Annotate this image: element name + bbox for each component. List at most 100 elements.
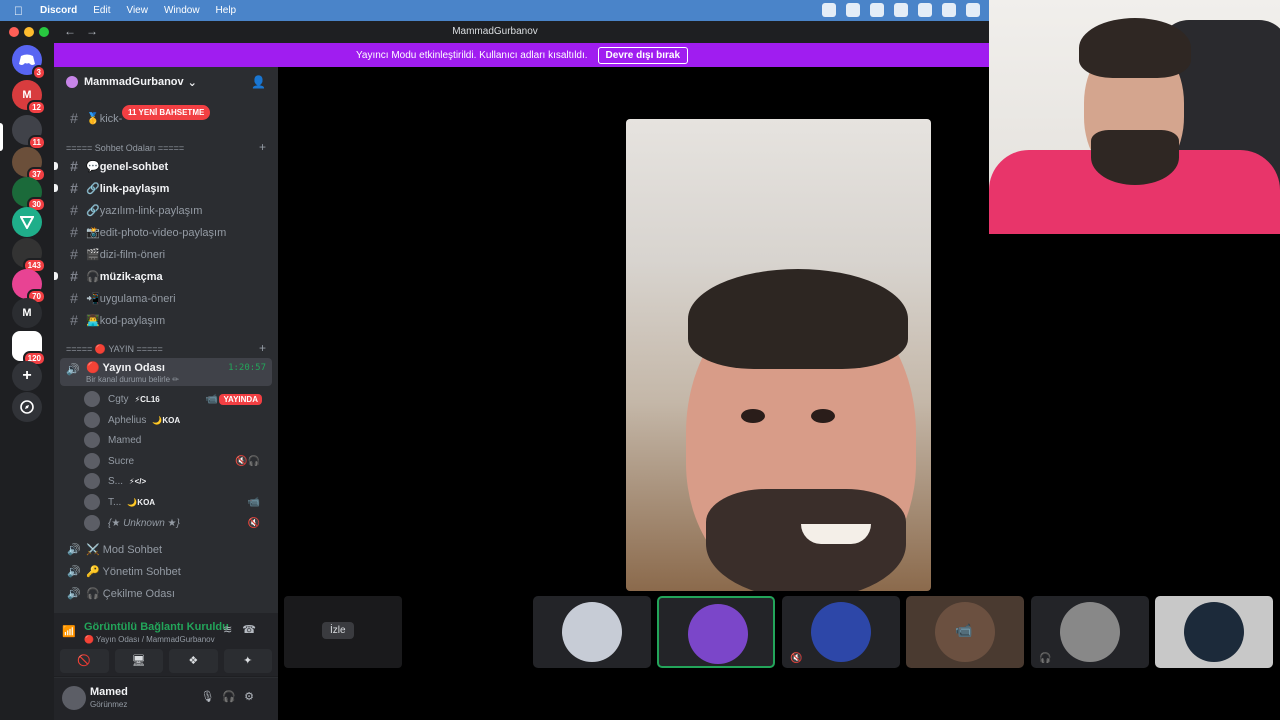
menu-view[interactable]: View [126,5,148,16]
voice-user[interactable]: {★ Unknown ★} 🔇 [84,513,264,533]
voice-user[interactable]: Cgty ⚡CL16 📹 YAYINDA [84,389,264,409]
channel-label: 👨‍💻kod-paylaşım [86,314,166,327]
new-mentions-pill[interactable]: 11 YENİ BAHSETME [122,105,211,120]
channel-muzik-acma[interactable]: # 🎧müzik-açma [54,266,272,286]
participant-eye [741,409,765,423]
menu-window[interactable]: Window [164,5,200,16]
create-channel-icon[interactable]: + [259,341,266,355]
voice-channel-yayin-odasi[interactable]: 🔊 🔴 Yayın Odası Bir kanal durumu belirle… [60,358,272,386]
video-camera-icon: 📹 [955,622,973,638]
tray-icon[interactable] [870,3,884,17]
speaker-icon: 🔊 [67,565,81,578]
explore-icon[interactable] [12,392,42,422]
avatar [84,453,100,469]
add-server-icon[interactable]: + [12,361,42,391]
voice-channel-status[interactable]: Bir kanal durumu belirle ✏ [86,375,179,384]
server-icon[interactable]: 37 [12,147,46,182]
activities-button[interactable]: ❖ [169,649,218,673]
category-chat-rooms[interactable]: ===== Sohbet Odaları ===== [66,143,184,153]
channel-kod-paylasim[interactable]: # 👨‍💻kod-paylaşım [62,310,272,330]
watch-button[interactable]: İzle [322,622,354,639]
server-icon[interactable]: 30 [12,177,46,212]
server-icon[interactable]: 143 [12,238,46,273]
channel-label: 💬genel-sohbet [86,160,169,173]
live-badge: YAYINDA [219,393,262,405]
voice-channel-cekilme-odasi[interactable]: 🔊 🎧 Çekilme Odası [62,583,272,603]
server-label: M [22,89,32,101]
camera-off-button[interactable]: 🚫 [60,649,109,673]
invite-people-icon[interactable]: 👤 [251,75,266,89]
voice-user[interactable]: Aphelius 🌙KOA [84,410,264,430]
speaker-icon: 🔊 [67,587,81,600]
channel-yazilim-link-paylasim[interactable]: # 🔗yazılım-link-paylaşım [62,200,272,220]
apple-menu-icon[interactable]:  [14,4,28,18]
avatar [84,391,100,407]
avatar [84,494,100,510]
disable-streamer-mode-button[interactable]: Devre dışı bırak [597,46,689,64]
participant-tile[interactable] [1155,596,1273,668]
voice-channel-mod-sohbet[interactable]: 🔊 ⚔️ Mod Sohbet [62,539,272,559]
tray-icon[interactable] [894,3,908,17]
voice-user[interactable]: S... ⚡</> [84,471,264,491]
tray-icon[interactable] [846,3,860,17]
server-icon[interactable] [12,207,42,237]
voice-channel-yonetim-sohbet[interactable]: 🔊 🔑 Yönetim Sohbet [62,561,272,581]
mic-headset-settings-icons[interactable]: 🎙🎧⚙ [200,690,262,703]
avatar[interactable] [62,686,86,710]
streamer-mode-banner: Yayıncı Modu etkinleştirildi. Kullanıcı … [54,43,990,67]
chevron-down-icon: ⌄ [187,76,197,89]
server-icon[interactable]: 11 [12,115,46,150]
main-video-feed[interactable] [626,119,931,591]
voice-user-tag: ⚡CL16 [134,394,160,404]
voice-user[interactable]: T... 🌙KOA 📹 [84,492,264,512]
voice-channel-name: 🔴 Yayın Odası [86,362,165,374]
server-icon[interactable]: 70 [12,269,46,304]
channel-dizi-film-oneri[interactable]: # 🎬dizi-film-öneri [62,244,272,264]
server-icon[interactable]: M [12,298,42,328]
avatar [562,602,622,662]
noise-and-disconnect-icons[interactable]: ≋☎ [223,623,266,636]
participant-tile[interactable]: 📹 [906,596,1024,668]
tray-icon[interactable] [918,3,932,17]
voice-user[interactable]: Sucre 🔇🎧 [84,451,264,471]
tray-icon[interactable] [942,3,956,17]
tray-icon[interactable] [966,3,980,17]
voice-user-name: S... [108,475,124,487]
channel-link-paylasim[interactable]: # 🔗link-paylaşım [54,178,272,198]
signal-icon[interactable]: 📶 [62,625,76,638]
voice-user-name: Sucre [108,455,135,467]
participant-hair [688,269,908,369]
server-badge: 3 [31,65,46,80]
participant-tile[interactable] [533,596,651,668]
menu-edit[interactable]: Edit [93,5,110,16]
hash-icon: # [70,312,78,328]
channel-genel-sohbet[interactable]: # 💬genel-sohbet [54,156,272,176]
participant-mouth [801,524,871,544]
menu-app-discord[interactable]: Discord [40,5,77,16]
streamer-webcam-overlay [989,0,1280,234]
server-icon[interactable]: M 12 [12,80,46,115]
server-badge: 12 [27,100,46,115]
channel-uygulama-oneri[interactable]: # 📲uygulama-öneri [62,288,272,308]
unread-marker [54,184,58,192]
voice-connection-subtitle[interactable]: 🔴 Yayın Odası / MammadGurbanov [84,635,215,644]
avatar [84,412,100,428]
guild-header[interactable]: MammadGurbanov ⌄ 👤 [54,67,278,97]
voice-user[interactable]: Mamed [84,430,264,450]
participant-tile[interactable]: 🎧 [1031,596,1149,668]
tray-icon[interactable] [822,3,836,17]
home-button[interactable]: 3 [12,45,46,80]
hash-icon: # [70,290,78,306]
channel-edit-photo-video[interactable]: # 📸edit-photo-video-paylaşım [62,222,272,242]
category-stream[interactable]: ===== 🔴 YAYIN ===== [66,344,163,355]
stream-preview-tile[interactable]: İzle [284,596,402,668]
screen-share-button[interactable]: 🖥 [114,649,163,673]
server-icon[interactable]: 120 [12,331,46,366]
participant-tile[interactable]: 🔇 [782,596,900,668]
participant-tile[interactable] [657,596,775,668]
soundboard-button[interactable]: ✦ [223,649,272,673]
user-name[interactable]: Mamed [90,686,128,698]
menu-help[interactable]: Help [216,5,237,16]
speaker-icon: 🔊 [67,543,81,556]
create-channel-icon[interactable]: + [259,140,266,154]
